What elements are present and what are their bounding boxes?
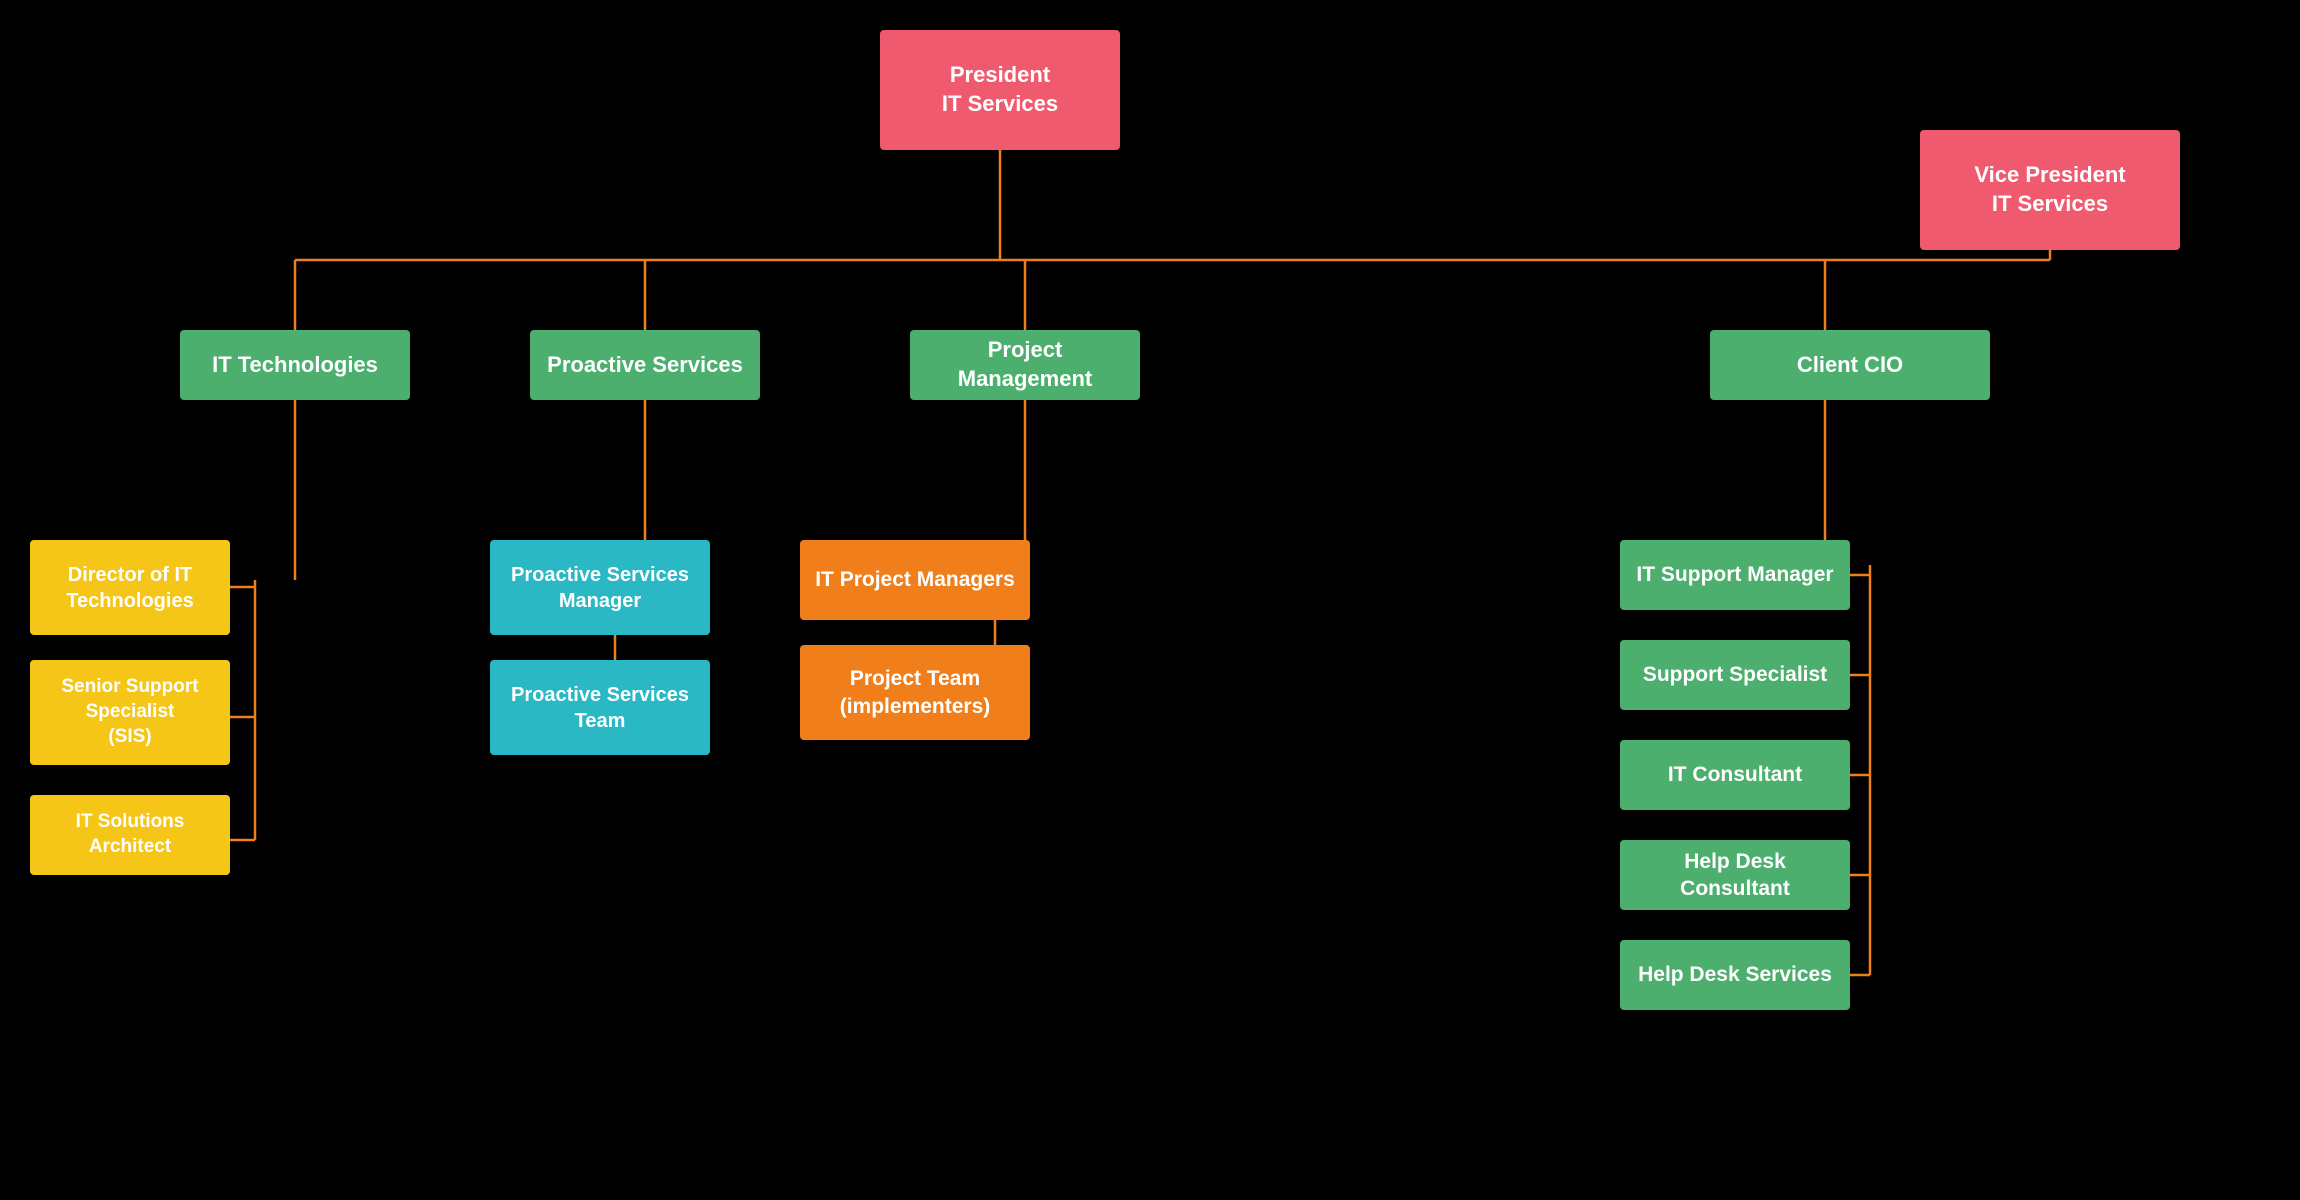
it-consultant-node: IT Consultant [1620,740,1850,810]
it-proj-mgrs-label: IT Project Managers [815,566,1015,593]
project-mgmt-label: Project Management [924,336,1126,393]
it-tech-label: IT Technologies [212,351,378,380]
ps-manager-node: Proactive ServicesManager [490,540,710,635]
support-spec-label: Support Specialist [1643,661,1827,688]
it-tech-node: IT Technologies [180,330,410,400]
proj-team-node: Project Team(implementers) [800,645,1030,740]
client-cio-label: Client CIO [1797,351,1903,380]
it-consultant-label: IT Consultant [1668,761,1802,788]
sr-support-label: Senior SupportSpecialist(SIS) [61,675,198,749]
it-support-mgr-label: IT Support Manager [1636,561,1833,588]
it-proj-mgrs-node: IT Project Managers [800,540,1030,620]
proj-team-label: Project Team(implementers) [840,665,991,720]
dir-it-tech-label: Director of ITTechnologies [66,562,193,614]
it-support-mgr-node: IT Support Manager [1620,540,1850,610]
org-chart: PresidentIT Services Vice PresidentIT Se… [0,0,2300,1200]
sr-support-node: Senior SupportSpecialist(SIS) [30,660,230,765]
help-desk-cons-label: Help Desk Consultant [1634,848,1836,903]
dir-it-tech-node: Director of ITTechnologies [30,540,230,635]
vp-label: Vice PresidentIT Services [1974,161,2125,218]
project-mgmt-node: Project Management [910,330,1140,400]
proactive-services-label: Proactive Services [547,351,743,380]
it-solutions-node: IT Solutions Architect [30,795,230,875]
support-spec-node: Support Specialist [1620,640,1850,710]
it-solutions-label: IT Solutions Architect [44,810,216,859]
ps-team-label: Proactive ServicesTeam [511,682,689,734]
help-desk-svc-node: Help Desk Services [1620,940,1850,1010]
help-desk-cons-node: Help Desk Consultant [1620,840,1850,910]
president-label: PresidentIT Services [942,61,1058,118]
help-desk-svc-label: Help Desk Services [1638,961,1832,988]
ps-team-node: Proactive ServicesTeam [490,660,710,755]
ps-manager-label: Proactive ServicesManager [511,562,689,614]
client-cio-node: Client CIO [1710,330,1990,400]
president-node: PresidentIT Services [880,30,1120,150]
proactive-services-node: Proactive Services [530,330,760,400]
vp-node: Vice PresidentIT Services [1920,130,2180,250]
